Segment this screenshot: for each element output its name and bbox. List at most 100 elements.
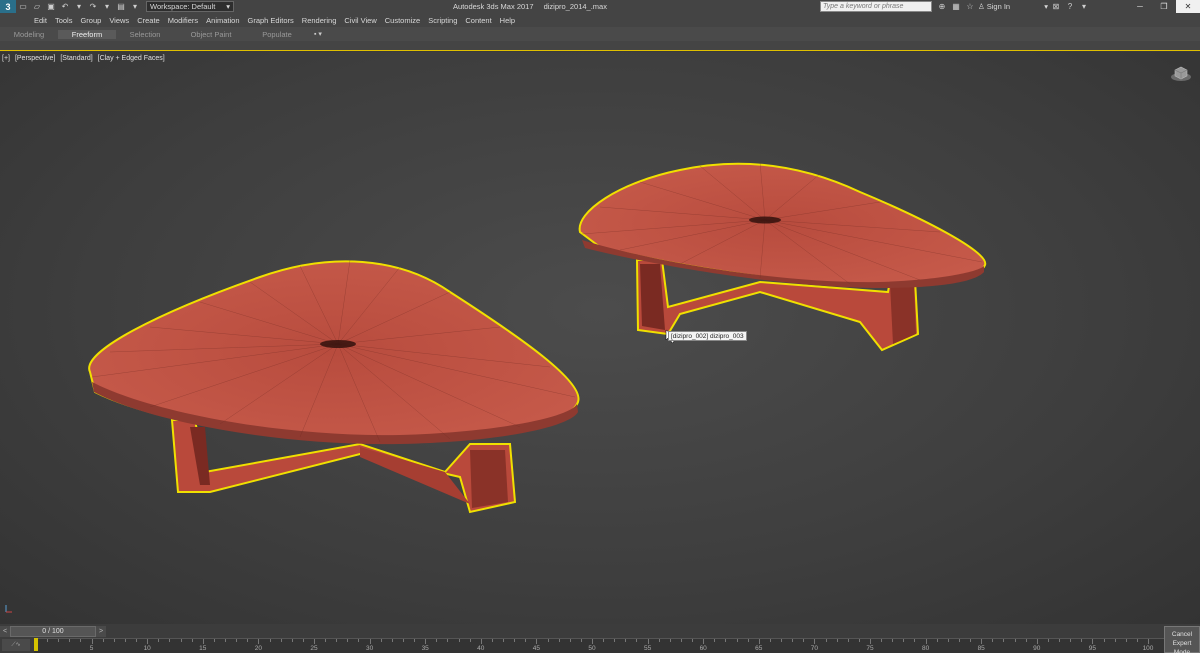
- new-file-icon[interactable]: ▭: [16, 1, 30, 12]
- menu-create[interactable]: Create: [133, 16, 164, 25]
- timeline-tick: [658, 639, 660, 642]
- timeline-tick: [703, 639, 705, 644]
- tab-object-paint[interactable]: Object Paint: [174, 30, 248, 39]
- workspace-label: Workspace: Default: [150, 2, 216, 11]
- tab-modeling[interactable]: Modeling: [0, 30, 58, 39]
- timeline-tick: [547, 639, 549, 642]
- timeline-tick: [391, 639, 393, 642]
- next-frame-icon[interactable]: >: [96, 626, 106, 637]
- timeline-tick: [1036, 639, 1038, 644]
- timeline-tick: [336, 639, 338, 642]
- title-bar: 3 ▭ ▱ ▣ ↶ ▾ ↷ ▾ ▤ ▾ Workspace: Default ▾…: [0, 0, 1200, 13]
- timeline-tick: [958, 639, 960, 642]
- timeline-tick-label: 75: [866, 645, 874, 652]
- timeline-tick: [680, 639, 682, 642]
- header-tools: ⊕ ▦ ☆ ♙ Sign In ▾ ⊠ ? ▾: [936, 0, 1090, 13]
- project-folder-icon[interactable]: ▤: [114, 1, 128, 12]
- timeline-tick: [881, 639, 883, 642]
- tab-freeform[interactable]: Freeform: [58, 29, 116, 39]
- expert-mode-label: Expert Mode: [1172, 640, 1192, 653]
- timeline-tick: [414, 639, 416, 642]
- timeline-tick-label: 50: [588, 645, 596, 652]
- timeline-tick-label: 100: [1142, 645, 1154, 652]
- timeline-tick: [781, 639, 783, 642]
- menu-group[interactable]: Group: [76, 16, 105, 25]
- timeline-tick-label: 40: [477, 645, 485, 652]
- timeline-tick: [803, 639, 805, 642]
- redo-dropdown-icon[interactable]: ▾: [100, 1, 114, 12]
- chevron-down-icon: ▾: [226, 2, 230, 11]
- quick-access-dropdown-icon[interactable]: ▾: [128, 1, 142, 12]
- curve-editor-icon[interactable]: ⟋∿: [2, 639, 30, 651]
- tab-populate[interactable]: Populate: [248, 30, 306, 39]
- timeline-tick: [525, 639, 527, 642]
- timeline-tick-label: 5: [89, 645, 94, 652]
- workspace-dropdown[interactable]: Workspace: Default ▾: [146, 1, 234, 12]
- timeline-tick: [870, 639, 871, 644]
- timeline-tick-label: 65: [755, 645, 763, 652]
- table-left[interactable]: [88, 259, 580, 514]
- time-slider[interactable]: 0 / 100: [10, 626, 96, 637]
- timeline-tick: [614, 639, 616, 642]
- redo-icon[interactable]: ↷: [86, 1, 100, 12]
- cancel-label: Cancel: [1171, 631, 1193, 638]
- prev-frame-icon[interactable]: <: [0, 626, 10, 637]
- perspective-viewport[interactable]: [+] [Perspective] [Standard] [Clay + Edg…: [0, 52, 1200, 624]
- undo-icon[interactable]: ↶: [58, 1, 72, 12]
- help-icon[interactable]: ?: [1064, 1, 1076, 12]
- exchange-icon[interactable]: ⊠: [1050, 1, 1062, 12]
- menu-edit[interactable]: Edit: [30, 16, 51, 25]
- close-icon[interactable]: ✕: [1176, 0, 1200, 13]
- app-logo-icon[interactable]: 3: [0, 0, 16, 13]
- sign-in-label: Sign In: [986, 2, 1011, 11]
- restore-icon[interactable]: ❐: [1152, 0, 1176, 13]
- subscription-icon[interactable]: ▦: [950, 1, 962, 12]
- timeline-tick: [436, 639, 438, 642]
- timeline-tick: [1070, 639, 1072, 642]
- timeline-tick: [1136, 639, 1138, 642]
- menu-scripting[interactable]: Scripting: [424, 16, 461, 25]
- open-file-icon[interactable]: ▱: [30, 1, 44, 12]
- menu-civil-view[interactable]: Civil View: [340, 16, 380, 25]
- menu-content[interactable]: Content: [461, 16, 495, 25]
- timeline-tick: [69, 639, 71, 642]
- timeline-tick: [202, 639, 204, 644]
- menu-help[interactable]: Help: [496, 16, 519, 25]
- timeline-tick: [514, 639, 516, 642]
- timeline-tick-label: 70: [810, 645, 819, 652]
- menu-modifiers[interactable]: Modifiers: [164, 16, 202, 25]
- cancel-expert-mode-button[interactable]: Cancel Expert Mode: [1164, 626, 1200, 653]
- scene-canvas: [88, 161, 987, 514]
- minimize-icon[interactable]: ─: [1128, 0, 1152, 13]
- help-dropdown-icon[interactable]: ▾: [1078, 1, 1090, 12]
- timeline-tick: [947, 639, 949, 642]
- binoculars-icon[interactable]: ⊕: [936, 1, 948, 12]
- save-file-icon[interactable]: ▣: [44, 1, 58, 12]
- menu-tools[interactable]: Tools: [51, 16, 77, 25]
- tab-selection[interactable]: Selection: [116, 30, 174, 39]
- track-bar[interactable]: 5 10 15 20 25 30 35 40 45 50 55 60 65 70 75 80 85 90 95 100: [34, 638, 1166, 653]
- timeline-tick: [847, 639, 849, 642]
- timeline-tick: [1125, 639, 1127, 642]
- ribbon-tabs: Modeling Freeform Selection Object Paint…: [0, 27, 1200, 41]
- undo-dropdown-icon[interactable]: ▾: [72, 1, 86, 12]
- table-right[interactable]: [578, 161, 987, 352]
- timeline-tick: [725, 639, 727, 642]
- timeline-tick-label: 15: [199, 645, 207, 652]
- timeline-tick-label: 10: [143, 645, 151, 652]
- search-input[interactable]: Type a keyword or phrase: [820, 1, 932, 12]
- current-frame-marker[interactable]: [34, 638, 38, 651]
- menu-rendering[interactable]: Rendering: [298, 16, 341, 25]
- timeline-tick: [47, 639, 49, 642]
- sign-in-button[interactable]: ♙ Sign In ▾: [978, 2, 1048, 11]
- ribbon-options-icon[interactable]: ▪ ▾: [314, 30, 322, 38]
- menu-graph-editors[interactable]: Graph Editors: [244, 16, 298, 25]
- star-icon[interactable]: ☆: [964, 1, 976, 12]
- timeline-tick: [491, 639, 493, 642]
- timeline-tick: [603, 639, 605, 642]
- menu-animation[interactable]: Animation: [202, 16, 243, 25]
- timeline-tick-label: 80: [921, 645, 930, 652]
- menu-views[interactable]: Views: [105, 16, 133, 25]
- menu-customize[interactable]: Customize: [381, 16, 424, 25]
- timeline-tick-label: 90: [1033, 645, 1041, 652]
